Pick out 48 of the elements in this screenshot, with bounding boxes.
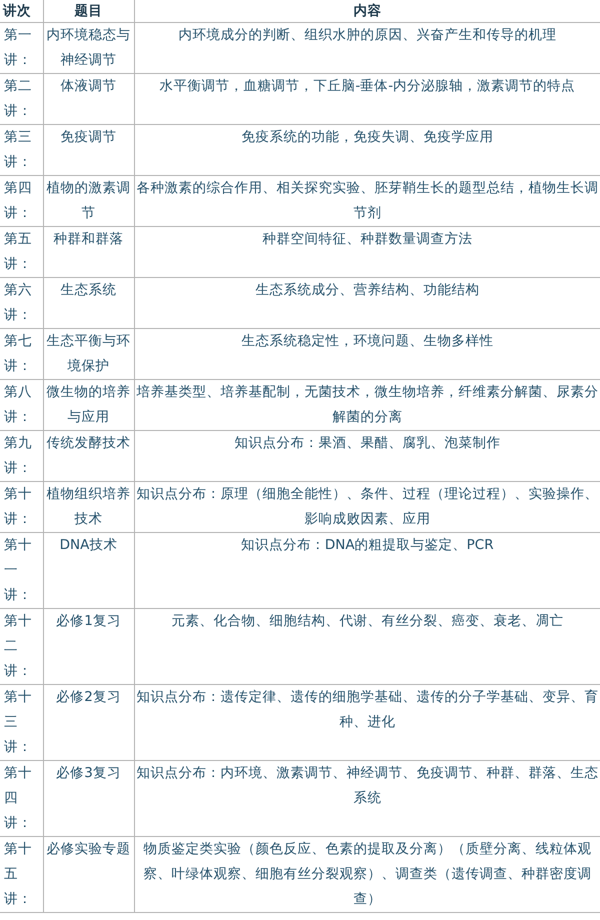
table-cell: 生态平衡与环境保护 xyxy=(46,333,130,374)
table-cell: 必修实验专题 xyxy=(46,841,130,857)
table-cell: 知识点分布：原理（细胞全能性）、条件、过程（理论过程）、实验操作、影响成败因素、应用 xyxy=(136,486,598,527)
table-cell: 种群空间特征、种群数量调查方法 xyxy=(262,231,472,247)
table-cell: 第二讲： xyxy=(4,78,32,119)
table-cell: 免疫调节 xyxy=(60,129,116,145)
column-header: 讲次 xyxy=(0,0,43,22)
table-cell: 第九讲： xyxy=(4,435,32,476)
table-cell: 第八讲： xyxy=(4,384,32,425)
table-cell: 生态系统稳定性，环境问题、生物多样性 xyxy=(241,333,494,349)
table-cell: 知识点分布：果酒、果醋、腐乳、泡菜制作 xyxy=(234,435,500,451)
table-cell: 第四讲： xyxy=(4,180,32,221)
table-cell: 知识点分布：遗传定律、遗传的细胞学基础、遗传的分子学基础、变异、育种、进化 xyxy=(136,689,598,730)
table-cell: 内环境稳态与神经调节 xyxy=(46,27,130,68)
table-cell: 必修1复习 xyxy=(56,613,121,629)
table-cell: 水平衡调节，血糖调节，下丘脑-垂体-内分泌腺轴，激素调节的特点 xyxy=(159,78,576,94)
table-cell: 免疫系统的功能，免疫失调、免疫学应用 xyxy=(241,129,494,145)
table-cell: 植物的激素调节 xyxy=(46,180,130,221)
table-cell: 体液调节 xyxy=(60,78,116,94)
table-cell: 必修3复习 xyxy=(56,765,121,781)
table-cell: 微生物的培养与应用 xyxy=(46,384,130,425)
table-cell: 第十三讲： xyxy=(4,689,32,755)
column-header: 内容 xyxy=(134,0,600,22)
table-cell: 第三讲： xyxy=(4,129,32,170)
table-cell: 第六讲： xyxy=(4,282,32,323)
table-cell: 物质鉴定类实验（颜色反应、色素的提取及分离）（质壁分离、线粒体观察、叶绿体观察、细胞有丝分裂观察）、调查类（遗传调查、种群密度调查） xyxy=(143,841,592,907)
table-cell: 元素、化合物、细胞结构、代谢、有丝分裂、癌变、衰老、凋亡 xyxy=(171,613,564,629)
table-cell: 第七讲： xyxy=(4,333,32,374)
table-cell: 各种激素的综合作用、相关探究实验、胚芽鞘生长的题型总结，植物生长调节剂 xyxy=(136,180,598,221)
table-cell: 第十二讲： xyxy=(4,613,32,679)
column-header: 题目 xyxy=(43,0,134,22)
table-cell: 第十一讲： xyxy=(4,537,32,603)
table-cell: 生态系统 xyxy=(60,282,116,298)
table-cell: DNA技术 xyxy=(60,537,118,553)
table-cell: 第十讲： xyxy=(4,486,32,527)
table-cell: 种群和群落 xyxy=(54,231,124,247)
table-cell: 第十五讲： xyxy=(4,841,32,907)
table-cell: 知识点分布：DNA的粗提取与鉴定、PCR xyxy=(240,537,494,553)
table-cell: 知识点分布：内环境、激素调节、神经调节、免疫调节、种群、群落、生态系统 xyxy=(136,765,598,806)
table-cell: 培养基类型、培养基配制，无菌技术，微生物培养，纤维素分解菌、尿素分解菌的分离 xyxy=(136,384,598,425)
table-cell: 第五讲： xyxy=(4,231,32,272)
table-cell: 第一讲： xyxy=(4,27,32,68)
table-cell: 传统发酵技术 xyxy=(46,435,130,451)
table-cell: 内环境成分的判断、组织水肿的原因、兴奋产生和传导的机理 xyxy=(178,27,556,43)
table-cell: 植物组织培养技术 xyxy=(46,486,130,527)
table-cell: 必修2复习 xyxy=(56,689,121,705)
table-cell: 生态系统成分、营养结构、功能结构 xyxy=(255,282,480,298)
table-cell: 第十四讲： xyxy=(4,765,32,831)
